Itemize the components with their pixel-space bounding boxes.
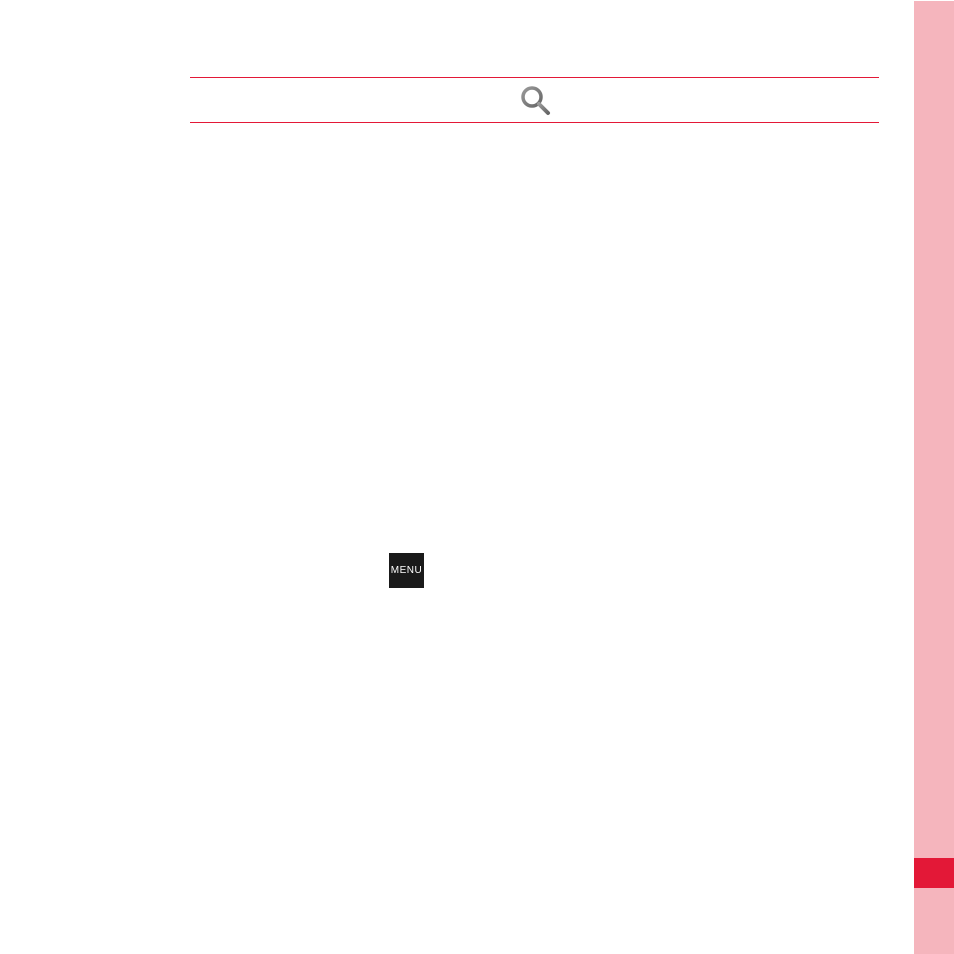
scroll-indicator[interactable] bbox=[914, 858, 954, 888]
search-bar[interactable] bbox=[190, 77, 879, 123]
menu-button[interactable]: MENU bbox=[389, 553, 424, 588]
search-icon bbox=[518, 83, 552, 117]
menu-label: MENU bbox=[391, 565, 422, 576]
right-sidebar bbox=[914, 1, 954, 954]
